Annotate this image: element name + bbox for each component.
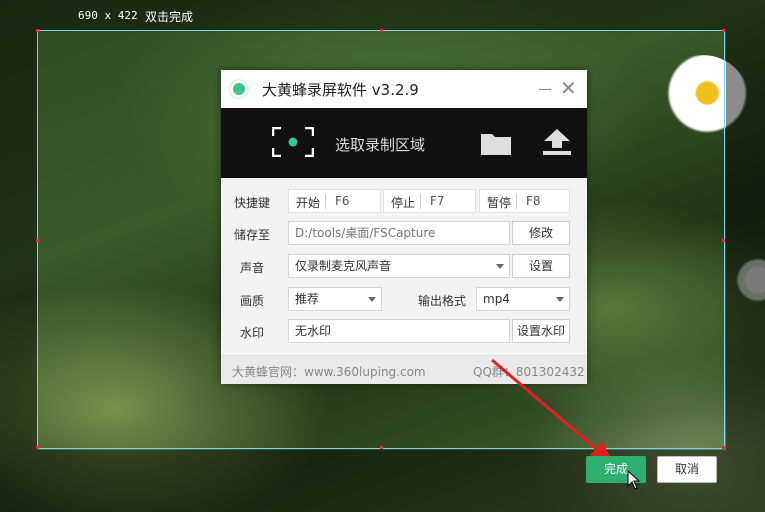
cancel-button[interactable]: 取消 bbox=[657, 456, 717, 483]
mouse-cursor-icon bbox=[627, 470, 641, 490]
annotation-arrow bbox=[491, 358, 612, 462]
